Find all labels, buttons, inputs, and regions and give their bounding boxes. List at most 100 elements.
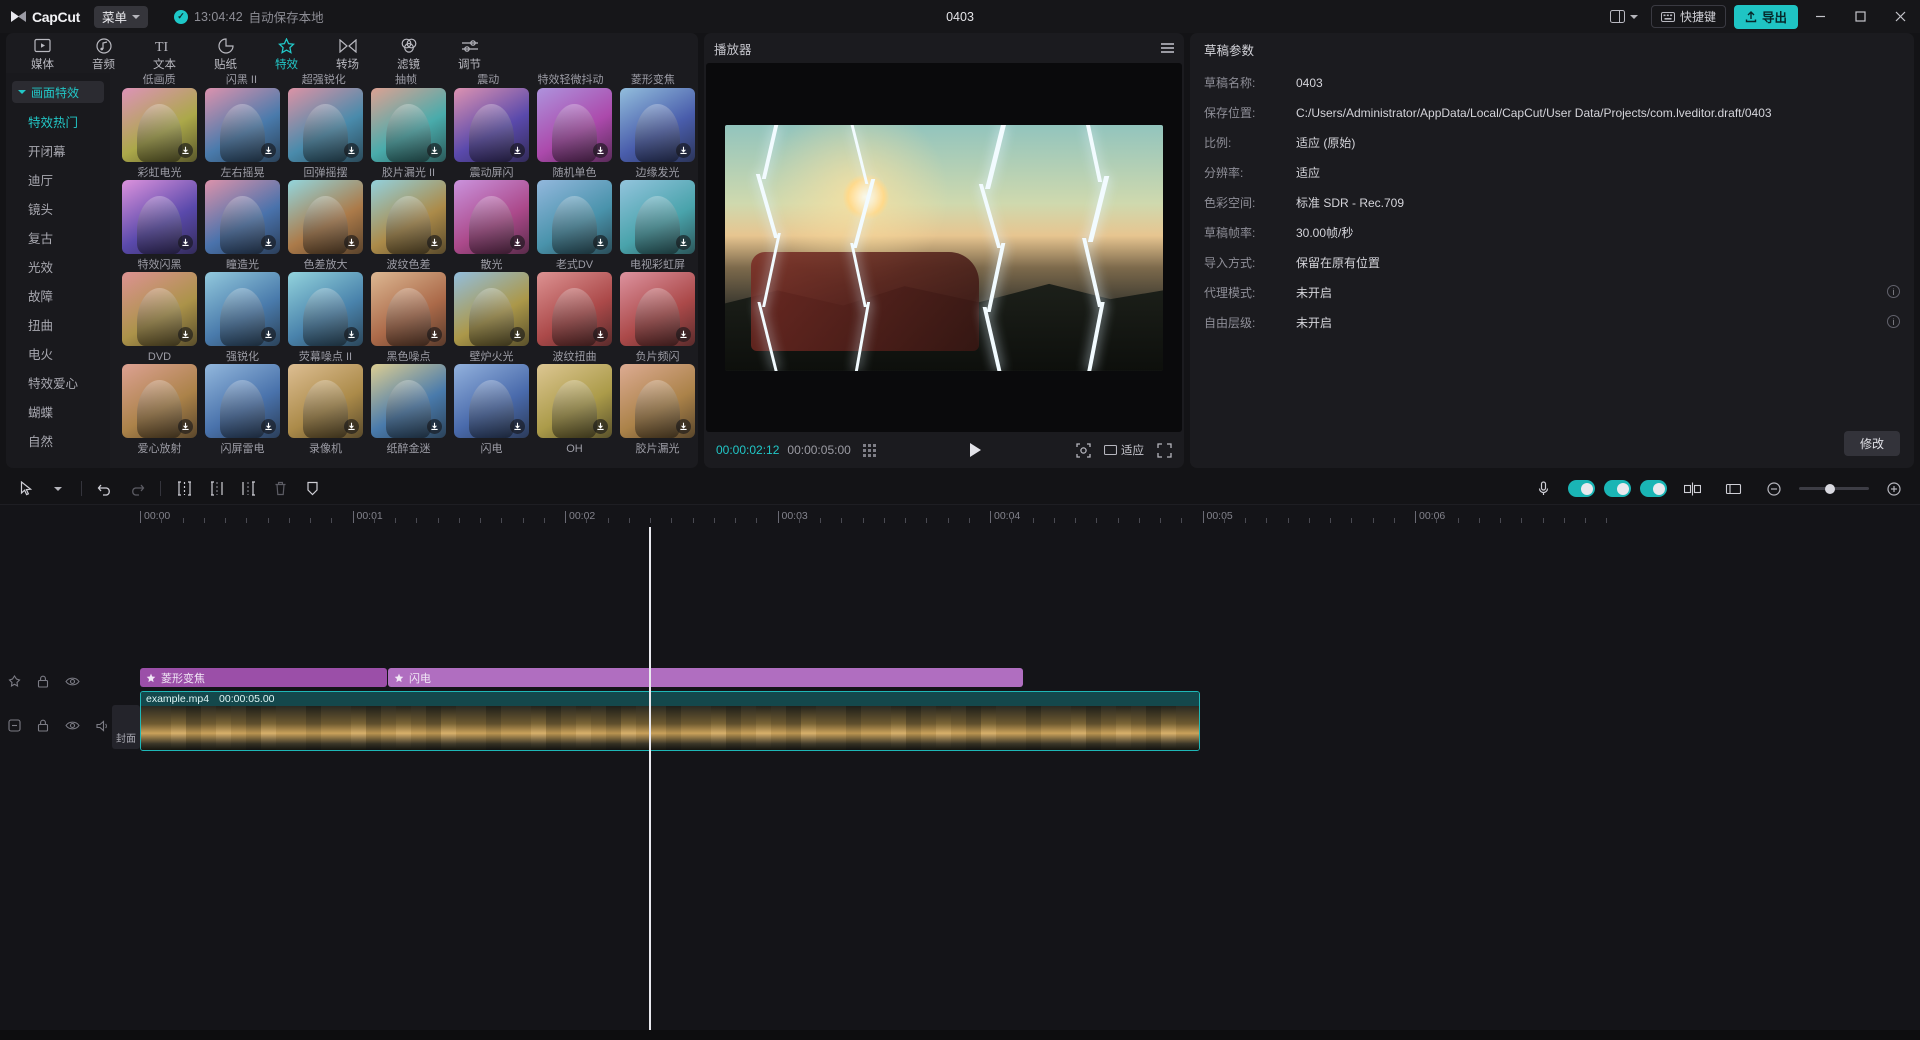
ratio-button[interactable]: 适应 <box>1104 442 1144 458</box>
zoom-in-icon[interactable] <box>1878 476 1910 502</box>
download-icon[interactable] <box>593 235 608 250</box>
cover-badge[interactable]: 封面 <box>112 705 140 749</box>
hamburger-icon[interactable] <box>1161 43 1174 53</box>
library-tab-6[interactable]: 转场 <box>319 34 376 74</box>
download-icon[interactable] <box>427 327 442 342</box>
effect-clip[interactable]: 菱形变焦 <box>140 668 387 687</box>
shortcut-button[interactable]: 快捷键 <box>1650 5 1726 28</box>
effect-item[interactable]: 彩虹电光 <box>118 88 201 180</box>
trim-right-icon[interactable] <box>232 476 264 502</box>
marker-icon[interactable] <box>296 476 328 502</box>
effect-item[interactable]: 强锐化 <box>201 272 284 364</box>
player-stage[interactable] <box>706 63 1182 432</box>
download-icon[interactable] <box>344 143 359 158</box>
sidebar-item-11[interactable]: 蝴蝶 <box>6 397 110 426</box>
mic-icon[interactable] <box>1527 476 1559 502</box>
undo-icon[interactable] <box>89 476 121 502</box>
effect-item[interactable]: 纸醉金迷 <box>367 364 450 456</box>
sidebar-item-7[interactable]: 故障 <box>6 281 110 310</box>
effect-item[interactable]: 电视彩虹屏 <box>616 180 698 272</box>
maximize-button[interactable] <box>1842 0 1878 33</box>
download-icon[interactable] <box>510 419 525 434</box>
download-icon[interactable] <box>676 419 691 434</box>
effect-item[interactable]: DVD <box>118 272 201 364</box>
effect-item[interactable]: 左右摇晃 <box>201 88 284 180</box>
effect-item[interactable]: 荧幕噪点 II <box>284 272 367 364</box>
effect-item[interactable]: 波纹扭曲 <box>533 272 616 364</box>
download-icon[interactable] <box>427 419 442 434</box>
redo-icon[interactable] <box>121 476 153 502</box>
timeline-tracks[interactable]: 菱形变焦 闪电 封面 example.mp4 00:00:05.00 <box>0 527 1920 1030</box>
playhead[interactable] <box>649 527 651 1030</box>
effect-item[interactable]: 回弹摇摆 <box>284 88 367 180</box>
library-tab-3[interactable]: TI 文本 <box>136 34 193 74</box>
effect-item[interactable]: 闪屏雷电 <box>201 364 284 456</box>
download-icon[interactable] <box>510 327 525 342</box>
timeline-ruler[interactable]: 00:00 00:01 00:02 00:03 00:04 00:05 00:06 <box>0 504 1920 527</box>
minimize-button[interactable] <box>1802 0 1838 33</box>
download-icon[interactable] <box>261 235 276 250</box>
lock-icon[interactable] <box>37 675 49 688</box>
download-icon[interactable] <box>676 143 691 158</box>
download-icon[interactable] <box>344 235 359 250</box>
effect-item[interactable]: 爱心放射 <box>118 364 201 456</box>
effect-item[interactable]: 随机单色 <box>533 88 616 180</box>
library-tab-7[interactable]: 滤镜 <box>380 34 437 74</box>
eye-icon[interactable] <box>65 676 80 687</box>
auto-caption-toggle[interactable] <box>1568 480 1595 497</box>
effect-item[interactable]: 散光 <box>450 180 533 272</box>
library-tab-2[interactable]: 音频 <box>75 34 132 74</box>
menu-button[interactable]: 菜单 <box>93 5 148 28</box>
sidebar-item-6[interactable]: 光效 <box>6 252 110 281</box>
effect-item[interactable]: 黑色噪点 <box>367 272 450 364</box>
sidebar-item-10[interactable]: 特效爱心 <box>6 368 110 397</box>
download-icon[interactable] <box>510 235 525 250</box>
library-tab-5[interactable]: 特效 <box>258 34 315 74</box>
select-tool-dropdown[interactable] <box>42 476 74 502</box>
download-icon[interactable] <box>427 235 442 250</box>
layout-button[interactable] <box>1601 5 1647 28</box>
download-icon[interactable] <box>261 143 276 158</box>
trim-left-icon[interactable] <box>200 476 232 502</box>
sidebar-item-3[interactable]: 迪厅 <box>6 165 110 194</box>
sidebar-item-9[interactable]: 电火 <box>6 339 110 368</box>
download-icon[interactable] <box>178 327 193 342</box>
sidebar-item-4[interactable]: 镜头 <box>6 194 110 223</box>
play-button[interactable] <box>965 439 987 461</box>
effect-item[interactable]: 老式DV <box>533 180 616 272</box>
pin-icon[interactable] <box>8 675 21 688</box>
speaker-icon[interactable] <box>96 719 110 732</box>
download-icon[interactable] <box>178 419 193 434</box>
zoom-slider-knob[interactable] <box>1825 483 1835 494</box>
effect-clip[interactable]: 闪电 <box>388 668 1023 687</box>
effects-grid[interactable]: 低画质 闪黑 II 超强锐化 抽帧 震动 特效轻微抖动 菱形变焦 彩虹电光 左右摇晃 回弹摇摆胶… <box>110 73 698 468</box>
download-icon[interactable] <box>344 419 359 434</box>
sidebar-item-1[interactable]: 特效热门 <box>6 107 110 136</box>
effect-item[interactable]: 胶片漏光 <box>616 364 698 456</box>
info-icon[interactable]: i <box>1887 315 1900 328</box>
eye-icon[interactable] <box>65 720 80 731</box>
crop-clip-icon[interactable] <box>1717 476 1749 502</box>
sidebar-header-screen-effects[interactable]: 画面特效 <box>12 81 104 103</box>
subtitle-toggle[interactable] <box>1640 480 1667 497</box>
effect-item[interactable]: 波纹色差 <box>367 180 450 272</box>
split-icon[interactable] <box>168 476 200 502</box>
library-tab-8[interactable]: 调节 <box>441 34 498 74</box>
download-icon[interactable] <box>593 419 608 434</box>
link-icon[interactable] <box>8 719 21 732</box>
download-icon[interactable] <box>344 327 359 342</box>
sidebar-item-8[interactable]: 扭曲 <box>6 310 110 339</box>
crop-icon[interactable] <box>1076 442 1091 458</box>
effect-item[interactable]: 负片频闪 <box>616 272 698 364</box>
delete-icon[interactable] <box>264 476 296 502</box>
zoom-slider[interactable] <box>1799 483 1869 494</box>
frames-icon[interactable] <box>862 443 876 457</box>
fullscreen-icon[interactable] <box>1157 442 1172 458</box>
effect-item[interactable]: 特效闪黑 <box>118 180 201 272</box>
download-icon[interactable] <box>178 143 193 158</box>
download-icon[interactable] <box>593 327 608 342</box>
effect-item[interactable]: 震动屏闪 <box>450 88 533 180</box>
download-icon[interactable] <box>261 419 276 434</box>
effect-item[interactable]: 壁炉火光 <box>450 272 533 364</box>
select-tool-icon[interactable] <box>10 476 42 502</box>
